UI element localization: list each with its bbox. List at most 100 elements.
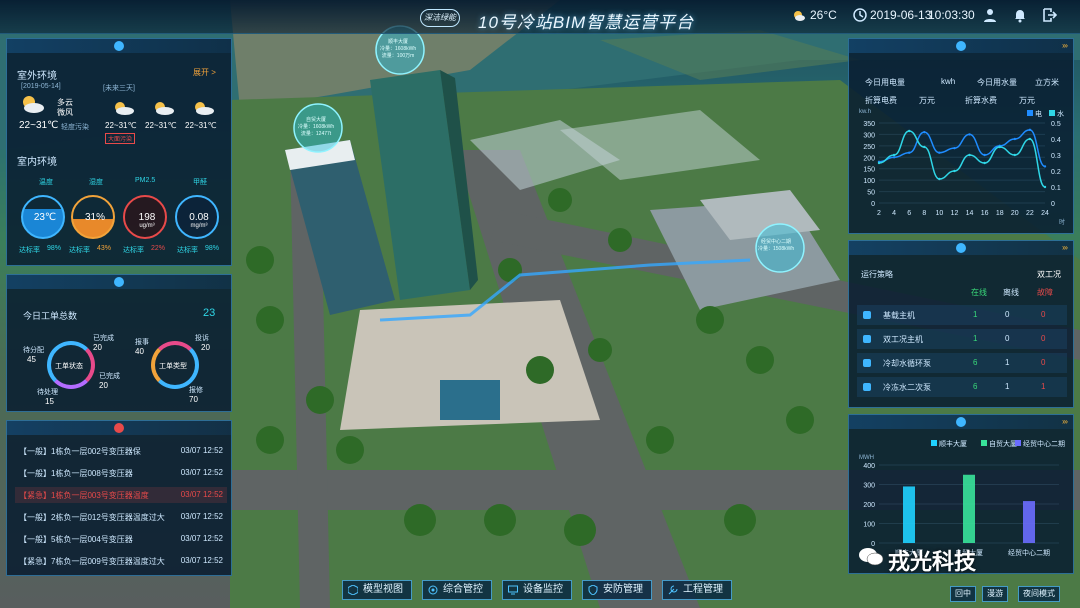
equipment-status-icon [863,359,871,367]
nav-device-monitor[interactable]: 设备监控 [502,580,572,600]
data-point [923,145,926,149]
data-point [1013,153,1017,157]
y2-tick-label: 0 [1051,201,1055,208]
legend-text: 顺丰大厦 [939,441,967,448]
forecast-label: [未来三天] [103,85,135,92]
roam-button[interactable]: 漫游 [982,586,1008,602]
status-name-0: 待分配 [23,347,44,354]
equipment-offline: 0 [1005,310,1010,319]
collapse-arrow-icon[interactable]: ››› [1062,417,1068,426]
y-tick-label: 350 [863,121,875,128]
monitor-icon [508,585,518,595]
forecast-sun-icon-1 [115,102,134,115]
equipment-offline: 0 [1005,334,1010,343]
col-offline: 离线 [1003,288,1019,297]
indicator-name-humidity: 湿度 [89,179,103,186]
alarm-row-urgent[interactable]: 【紧急】1栋负一层003号变压器温度 03/07 12:52 [15,487,227,503]
rate-temp: 98% [47,245,62,252]
equipment-fault: 0 [1041,334,1046,343]
rate-label-formaldehyde: 达标率 [177,247,198,254]
nav-model-view[interactable]: 模型视图 [342,580,412,600]
alarm-row[interactable]: 【一般】2栋负一层012号变压器温度过大 03/07 12:52 [15,509,227,525]
workorder-type-label: 工单类型 [159,363,187,370]
nav-label: 工程管理 [683,584,723,595]
tag-label-1: 顺丰大厦 冷量：1608kWh 流量：100万m [380,39,417,59]
equipment-row[interactable]: 双工况主机 1 0 0 [857,329,1067,349]
data-point [1028,128,1032,132]
rate-label-humidity: 达标率 [69,247,90,254]
today-date: [2019-05-14] [21,83,61,90]
equipment-row[interactable]: 冷冻水二次泵 6 1 1 [857,377,1067,397]
bar [963,474,975,543]
y-tick-label: 300 [863,132,875,139]
expand-link[interactable]: 展开 > [193,67,216,78]
equipment-row[interactable]: 基载主机 1 0 0 [857,305,1067,325]
y-tick-label: 150 [863,167,875,174]
equipment-row[interactable]: 冷却水循环泵 6 1 0 [857,353,1067,373]
workorder-status-label: 工单状态 [55,363,83,370]
x-tick-label: 经贸中心二期 [1008,548,1050,557]
alarm-date: 03/07 12:52 [180,512,223,521]
water-drop-icon [956,417,966,427]
bell-icon[interactable] [1012,7,1028,23]
alarm-date: 03/07 12:52 [180,556,223,565]
data-point [892,153,896,157]
alarm-row[interactable]: 【一般】5栋负一层004号变压器 03/07 12:52 [15,531,227,547]
x-tick-label: 4 [892,210,896,217]
equipment-status-icon [863,383,871,391]
formaldehyde-unit: mg/m³ [190,223,208,229]
data-point [923,130,926,134]
logout-icon[interactable] [1042,7,1058,23]
series-line-water [878,130,1046,188]
pm25-value: 198 [138,212,156,223]
nav-security[interactable]: 安防管理 [582,580,652,600]
data-point [892,156,896,159]
nav-label: 安防管理 [603,584,643,595]
formaldehyde-value: 0.08 [189,212,209,223]
forecast-temp-1: 22~31℃ [105,121,137,130]
y2-tick-label: 0.5 [1051,121,1061,128]
corner-label: 回中 [955,589,971,598]
mode-value[interactable]: 双工况 [1037,269,1061,280]
data-point [1028,137,1032,141]
alarm-panel: 【一般】1栋负一层002号变压器保 03/07 12:52 【一般】1栋负一层00… [6,420,232,576]
collapse-arrow-icon[interactable]: ››› [1062,41,1068,50]
alarm-text: 【紧急】1栋负一层003号变压器温度 [19,491,149,500]
night-mode-button[interactable]: 夜间模式 [1018,586,1060,602]
x-tick-label: 14 [966,210,974,217]
energy-panel-header: ››› [849,39,1073,53]
y-tick-label: 200 [863,155,875,162]
collapse-arrow-icon[interactable]: ››› [1062,243,1068,252]
clock-icon [853,8,867,22]
rate-humidity: 43% [97,245,112,252]
indicator-name-formaldehyde: 甲醛 [193,179,207,186]
user-icon[interactable] [982,7,998,23]
type-name-1: 投诉 [195,335,209,342]
status-name-2: 已完成 [99,373,120,380]
equipment-status-icon [863,311,871,319]
y-tick-label: 200 [863,502,875,509]
y-tick-label: 250 [863,144,875,151]
bar [1023,501,1035,543]
water-drop-icon [956,41,966,51]
x-tick-label: 16 [981,210,989,217]
alarm-row[interactable]: 【一般】1栋负一层008号变压器 03/07 12:52 [15,465,227,481]
elec-fee-label: 折算电费 [865,96,897,105]
nav-integrated-control[interactable]: 综合管控 [422,580,492,600]
recenter-button[interactable]: 回中 [950,586,976,602]
alarm-row[interactable]: 【紧急】7栋负一层009号变压器温度过大 03/07 12:52 [15,553,227,569]
equipment-offline: 1 [1005,382,1010,391]
equipment-name: 冷冻水二次泵 [883,383,931,392]
alarm-row[interactable]: 【一般】1栋负一层002号变压器保 03/07 12:52 [15,443,227,459]
y-tick-label: 0 [871,201,875,208]
indicator-name-pm25: PM2.5 [135,177,156,184]
outdoor-title: 室外环境 [17,71,57,82]
data-point [998,145,1001,149]
y-tick-label: 300 [863,483,875,490]
strategy-label: 运行策略 [861,270,893,279]
panel-icon [114,41,124,51]
nav-engineering[interactable]: 工程管理 [662,580,732,600]
data-point [938,177,941,181]
status-name-1: 已完成 [93,335,114,342]
environment-panel: 室外环境 展开 > [2019-05-14] 多云 微风 22~31℃ 轻度污染… [6,38,232,266]
